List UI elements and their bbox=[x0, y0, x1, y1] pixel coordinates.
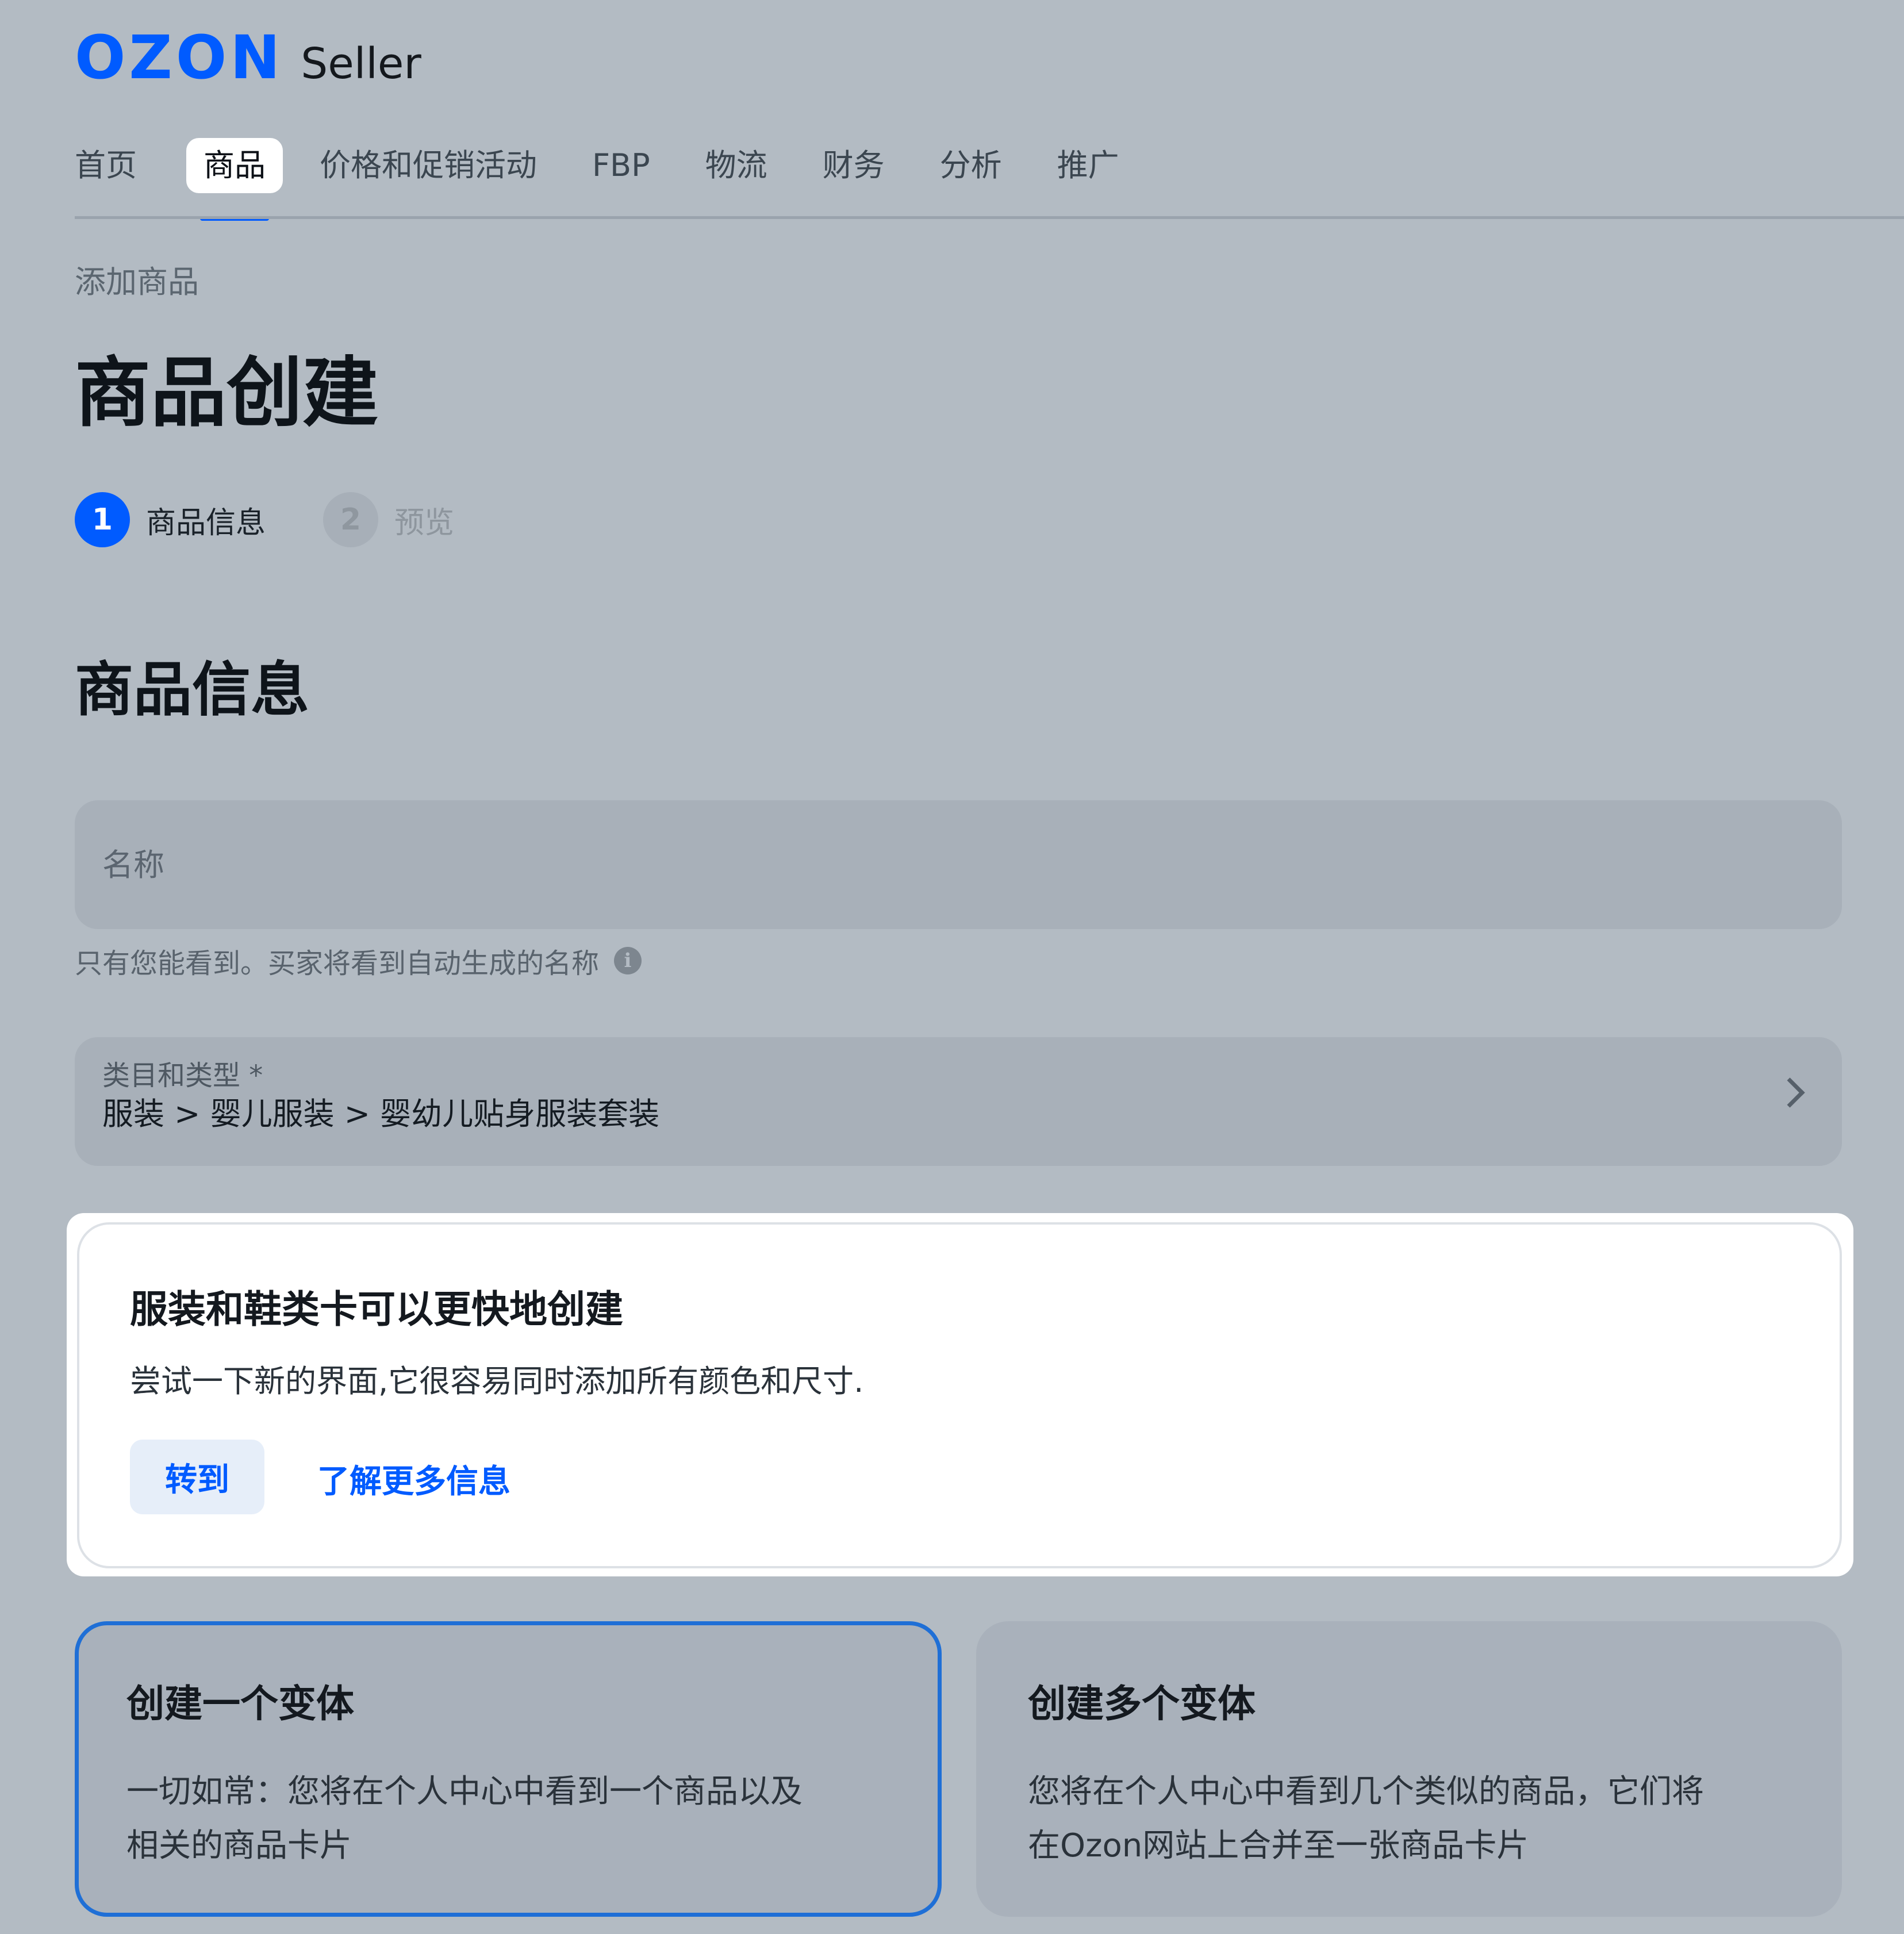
nav-tab-analytics[interactable]: 分析 bbox=[940, 138, 1002, 193]
product-name-input[interactable] bbox=[75, 800, 1842, 929]
nav-divider bbox=[75, 216, 1904, 219]
nav-tab-promotion[interactable]: 推广 bbox=[1057, 138, 1119, 193]
option-description-line: 一切如常：您将在个人中心中看到一个商品以及 bbox=[126, 1773, 803, 1810]
stepper: 1 商品信息 2 预览 bbox=[75, 492, 512, 547]
nav-tab-home[interactable]: 首页 bbox=[75, 138, 137, 193]
page-title: 商品创建 bbox=[75, 349, 378, 438]
option-description-line: 您将在个人中心中看到几个类似的商品，它们将 bbox=[1028, 1773, 1704, 1810]
step-2-number: 2 bbox=[323, 492, 379, 547]
breadcrumb[interactable]: 添加商品 bbox=[75, 256, 199, 302]
nav-tab-finance[interactable]: 财务 bbox=[823, 138, 885, 193]
info-icon[interactable]: i bbox=[614, 947, 642, 974]
nav-tab-prices-promotions[interactable]: 价格和促销活动 bbox=[320, 138, 537, 193]
goto-button[interactable]: 转到 bbox=[130, 1440, 264, 1514]
nav-tab-products[interactable]: 商品 bbox=[186, 138, 283, 221]
option-title: 创建一个变体 bbox=[126, 1682, 354, 1726]
option-single-variant[interactable]: 创建一个变体 一切如常：您将在个人中心中看到一个商品以及 相关的商品卡片 bbox=[75, 1621, 942, 1917]
step-1-number[interactable]: 1 bbox=[75, 492, 130, 547]
step-1-label[interactable]: 商品信息 bbox=[146, 498, 266, 542]
nav-tab-logistics[interactable]: 物流 bbox=[705, 138, 767, 193]
category-selector[interactable]: 类目和类型 * 服装 > 婴儿服装 > 婴幼儿贴身服装套装 bbox=[75, 1037, 1842, 1166]
logo-product-text: Seller bbox=[301, 39, 421, 89]
option-description: 一切如常：您将在个人中心中看到一个商品以及 相关的商品卡片 bbox=[126, 1765, 890, 1873]
category-value: 服装 > 婴儿服装 > 婴幼儿贴身服装套装 bbox=[102, 1096, 660, 1133]
option-description: 您将在个人中心中看到几个类似的商品，它们将 在Ozon网站上合并至一张商品卡片 bbox=[1028, 1765, 1790, 1873]
section-title: 商品信息 bbox=[75, 656, 309, 724]
option-multiple-variants[interactable]: 创建多个变体 您将在个人中心中看到几个类似的商品，它们将 在Ozon网站上合并至… bbox=[976, 1621, 1842, 1917]
category-label: 类目和类型 * bbox=[102, 1060, 263, 1092]
option-title: 创建多个变体 bbox=[1028, 1682, 1256, 1726]
option-description-line: 相关的商品卡片 bbox=[126, 1827, 352, 1864]
step-2-label: 预览 bbox=[394, 505, 455, 540]
ozon-seller-logo[interactable]: OZON Seller bbox=[75, 28, 421, 87]
name-hint-text: 只有您能看到。买家将看到自动生成的名称 bbox=[75, 947, 600, 980]
promo-title: 服装和鞋类卡可以更快地创建 bbox=[130, 1287, 623, 1331]
nav-tab-fbp[interactable]: FBP bbox=[592, 138, 650, 193]
main-nav: 首页 商品 价格和促销活动 FBP 物流 财务 分析 推广 bbox=[75, 138, 1174, 221]
logo-brand-text: OZON bbox=[75, 22, 284, 93]
option-description-line: 在Ozon网站上合并至一张商品卡片 bbox=[1028, 1827, 1529, 1864]
learn-more-link[interactable]: 了解更多信息 bbox=[317, 1456, 510, 1502]
promo-description: 尝试一下新的界面,它很容易同时添加所有颜色和尺寸. bbox=[130, 1363, 864, 1399]
name-hint: 只有您能看到。买家将看到自动生成的名称 i bbox=[75, 941, 642, 981]
